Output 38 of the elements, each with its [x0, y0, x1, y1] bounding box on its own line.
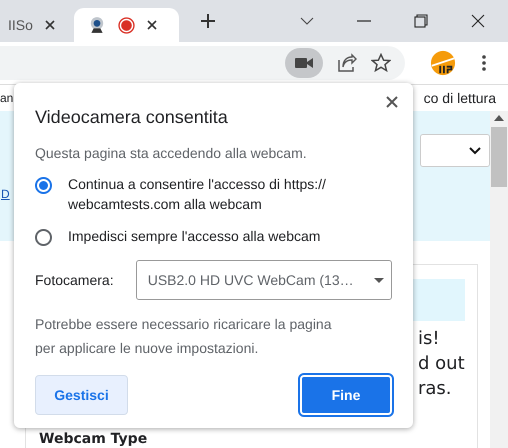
body-text: ras.: [418, 377, 452, 401]
scrollbar-thumb[interactable]: [490, 127, 507, 187]
browser-tab[interactable]: [74, 8, 179, 42]
field-label: Fotocamera:: [35, 272, 115, 288]
dropdown-arrow-icon: [374, 278, 384, 282]
close-icon[interactable]: [146, 20, 157, 30]
bookmark-label[interactable]: co di lettura: [424, 90, 496, 106]
new-tab-icon[interactable]: [200, 14, 215, 28]
browser-tab[interactable]: IISo: [0, 8, 67, 42]
close-icon[interactable]: [44, 20, 55, 30]
close-window-icon[interactable]: [471, 14, 485, 28]
option-label: Continua a consentire l'accesso di https:// webcamtests.com alla webcam: [68, 175, 327, 214]
note-text: Potrebbe essere necessario ricaricare la pagina per applicare le nuove impostazioni.: [35, 315, 332, 358]
video-camera-icon: [295, 57, 313, 69]
radio-button[interactable]: [35, 229, 52, 246]
share-icon[interactable]: [337, 53, 357, 73]
camera-dropdown[interactable]: USB2.0 HD UVC WebCam (13…: [136, 260, 392, 300]
link[interactable]: D: [1, 187, 10, 201]
done-button[interactable]: Fine: [300, 375, 392, 415]
chevron-down-icon: [468, 146, 481, 154]
scrollbar[interactable]: [490, 111, 508, 448]
popup-subtitle: Questa pagina sta accedendo alla webcam.: [35, 145, 308, 161]
body-text: d out: [418, 352, 465, 376]
section-heading: Webcam Type: [39, 431, 148, 448]
radio-button[interactable]: [35, 177, 52, 194]
camera-button[interactable]: [285, 48, 323, 78]
bookmark-label[interactable]: an: [0, 91, 14, 105]
menu-icon[interactable]: [482, 55, 486, 71]
scroll-up-icon[interactable]: [494, 115, 504, 121]
popup-title: Videocamera consentita: [35, 107, 229, 128]
body-text: is!: [418, 327, 440, 351]
close-icon[interactable]: [386, 96, 398, 108]
option-label: Impedisci sempre l'accesso alla webcam: [68, 227, 322, 246]
profile-avatar-icon[interactable]: [430, 50, 456, 76]
address-bar[interactable]: [0, 46, 405, 80]
manage-button[interactable]: Gestisci: [35, 375, 128, 415]
restore-icon[interactable]: [414, 14, 428, 28]
star-icon[interactable]: [371, 53, 391, 73]
